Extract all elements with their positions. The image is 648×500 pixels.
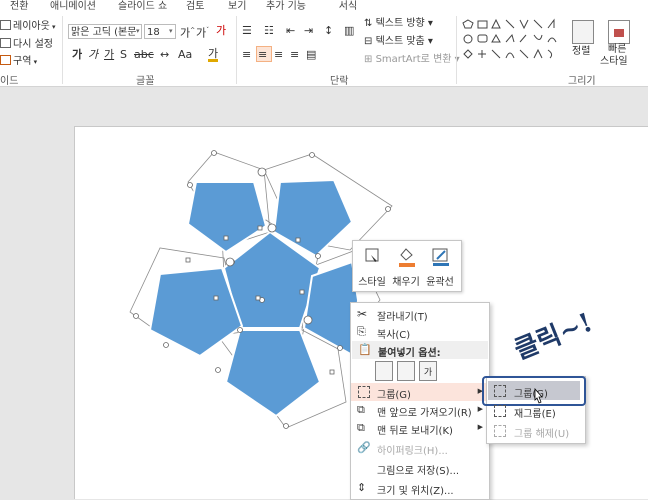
resize-handle[interactable] <box>213 295 219 301</box>
submenu-item-ungroup-label: 그룹 해제(U) <box>514 429 570 440</box>
paste-options-row: 가 <box>375 361 445 381</box>
resize-handle[interactable] <box>385 206 391 212</box>
paste-text-only-icon[interactable]: 가 <box>419 361 437 381</box>
outline-pen-icon <box>432 248 449 266</box>
send-back-icon: ⧉ <box>357 421 365 434</box>
paste-keep-source-icon[interactable] <box>375 361 393 381</box>
fill-bucket-icon <box>399 248 415 267</box>
rotate-handle[interactable] <box>267 223 277 233</box>
pentagon-shape[interactable] <box>186 181 268 254</box>
group-icon <box>358 386 370 398</box>
ungroup-icon <box>494 425 506 437</box>
size-position-icon: ⇕ <box>357 481 367 494</box>
paste-options-label: 붙여넣기 옵션: <box>378 348 441 359</box>
resize-handle[interactable] <box>283 423 289 429</box>
menu-item-group[interactable]: 그룹(G) ▶ <box>351 383 489 401</box>
resize-handle[interactable] <box>337 345 343 351</box>
menu-item-size-position-label: 크기 및 위치(Z)... <box>377 486 454 497</box>
resize-handle[interactable] <box>215 367 221 373</box>
mini-style-button[interactable]: 스타일 <box>355 243 389 289</box>
menu-item-bring-front[interactable]: ⧉ 맨 앞으로 가져오기(R) ▶ <box>351 401 489 419</box>
menu-item-send-back-label: 맨 뒤로 보내기(K) <box>377 426 453 437</box>
resize-handle[interactable] <box>329 369 335 375</box>
resize-handle[interactable] <box>299 289 305 295</box>
scissors-icon: ✂ <box>357 307 368 321</box>
menu-item-hyperlink[interactable]: 🔗 하이퍼링크(H)... <box>351 439 489 457</box>
mini-outline-label: 윤곽선 <box>426 277 454 288</box>
resize-handle[interactable] <box>237 327 243 333</box>
mini-toolbar: 스타일 채우기 윤곽선 <box>352 240 462 292</box>
mini-fill-button[interactable]: 채우기 <box>389 243 423 289</box>
resize-handle[interactable] <box>257 225 263 231</box>
pentagon-shape[interactable] <box>224 329 322 418</box>
resize-handle[interactable] <box>255 295 261 301</box>
menu-item-bring-front-label: 맨 앞으로 가져오기(R) <box>377 408 472 419</box>
hyperlink-icon: 🔗 <box>357 441 371 454</box>
rotate-handle[interactable] <box>303 315 313 325</box>
menu-item-group-label: 그룹(G) <box>377 390 411 401</box>
menu-item-save-as-picture[interactable]: 그림으로 저장(S)... <box>351 459 489 477</box>
submenu-item-ungroup[interactable]: 그룹 해제(U) <box>488 422 580 440</box>
resize-handle[interactable] <box>295 237 301 243</box>
resize-handle[interactable] <box>223 235 229 241</box>
menu-item-hyperlink-label: 하이퍼링크(H)... <box>377 446 448 457</box>
menu-item-send-back[interactable]: ⧉ 맨 뒤로 보내기(K) ▶ <box>351 419 489 437</box>
submenu-arrow-icon: ▶ <box>477 405 483 413</box>
menu-item-cut[interactable]: ✂ 잘라내기(T) <box>351 305 489 323</box>
menu-item-size-position[interactable]: ⇕ 크기 및 위치(Z)... <box>351 479 489 497</box>
paste-picture-icon[interactable] <box>397 361 415 381</box>
resize-handle[interactable] <box>163 342 169 348</box>
resize-handle[interactable] <box>309 152 315 158</box>
style-icon <box>365 248 379 262</box>
copy-icon: ⎘ <box>357 325 366 338</box>
resize-handle[interactable] <box>187 182 193 188</box>
resize-handle[interactable] <box>315 253 321 259</box>
menu-item-save-as-picture-label: 그림으로 저장(S)... <box>377 466 460 477</box>
paste-icon: 📋 <box>358 343 372 356</box>
menu-item-cut-label: 잘라내기(T) <box>377 312 428 323</box>
menu-item-copy-label: 복사(C) <box>377 330 411 341</box>
submenu-item-regroup-label: 재그룹(E) <box>514 409 556 420</box>
regroup-icon <box>494 405 506 417</box>
group-icon <box>494 385 506 397</box>
context-menu: ✂ 잘라내기(T) ⎘ 복사(C) 📋 붙여넣기 옵션: 가 그룹(G) ▶ ⧉… <box>350 302 490 500</box>
rotate-handle[interactable] <box>225 257 235 267</box>
rotate-handle[interactable] <box>257 167 267 177</box>
bring-front-icon: ⧉ <box>357 403 365 416</box>
submenu-arrow-icon: ▶ <box>477 423 483 431</box>
mini-style-label: 스타일 <box>358 277 386 288</box>
menu-item-copy[interactable]: ⎘ 복사(C) <box>351 323 489 341</box>
resize-handle[interactable] <box>185 257 191 263</box>
resize-handle[interactable] <box>133 313 139 319</box>
resize-handle[interactable] <box>211 150 217 156</box>
mouse-pointer-icon <box>534 388 543 404</box>
paste-options-header: 📋 붙여넣기 옵션: <box>352 341 488 359</box>
mini-fill-label: 채우기 <box>392 277 420 288</box>
mini-outline-button[interactable]: 윤곽선 <box>423 243 457 289</box>
